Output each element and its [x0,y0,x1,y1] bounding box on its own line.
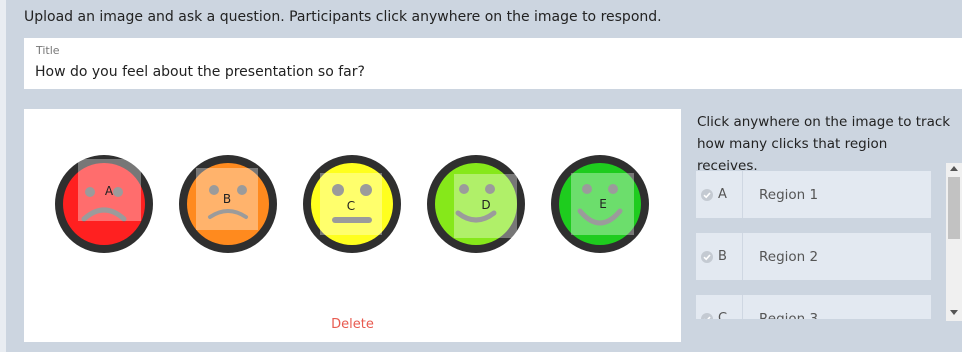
image-panel[interactable]: A B C D E Delete [24,109,681,342]
region-list: A Region 1 B Region 2 C Region 3 [696,167,942,319]
check-circle-icon [696,188,718,201]
title-field[interactable]: Title How do you feel about the presenta… [24,38,962,89]
check-circle-icon [696,312,718,319]
region-letter: A [718,187,727,202]
delete-image-link[interactable]: Delete [24,317,681,332]
region-overlay-c-label: C [347,199,355,213]
region-overlay-d[interactable]: D [454,174,517,238]
left-edge-strip [0,0,6,352]
title-input[interactable]: How do you feel about the presentation s… [35,64,365,80]
region-overlay-d-label: D [481,198,490,212]
region-row-b[interactable]: B Region 2 [696,233,931,280]
region-letter: B [718,249,727,264]
region-overlay-b-label: B [223,192,231,206]
region-name-input[interactable]: Region 3 [743,311,818,320]
region-overlay-a[interactable]: A [78,159,141,221]
scroll-down-arrow-icon[interactable] [950,310,958,315]
region-overlay-a-label: A [105,184,114,198]
title-label: Title [36,44,60,57]
instruction-text: Upload an image and ask a question. Part… [24,9,662,25]
region-row-c[interactable]: C Region 3 [696,295,931,319]
region-overlay-e-label: E [599,197,607,211]
region-list-scrollbar[interactable] [946,163,962,321]
region-overlay-b[interactable]: B [196,168,258,230]
region-overlay-e[interactable]: E [571,173,634,235]
region-overlay-c[interactable]: C [320,173,382,235]
check-circle-icon [696,250,718,263]
bottom-strip [24,342,962,352]
region-name-input[interactable]: Region 1 [743,187,818,203]
region-row-a[interactable]: A Region 1 [696,171,931,218]
region-name-input[interactable]: Region 2 [743,249,818,265]
scroll-thumb[interactable] [948,177,960,239]
region-letter: C [718,311,728,319]
faces-image[interactable]: A B C D E [24,109,681,309]
scroll-up-arrow-icon[interactable] [950,166,958,171]
